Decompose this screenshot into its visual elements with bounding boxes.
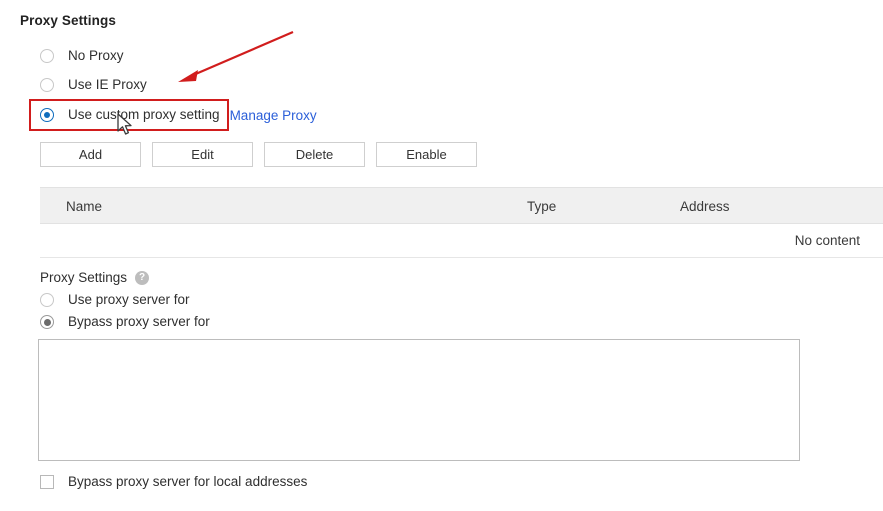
radio-icon-bypass-proxy-server-for[interactable] (40, 315, 54, 329)
radio-label-use-ie-proxy: Use IE Proxy (68, 77, 147, 93)
proxy-settings-page: Proxy Settings No Proxy Use IE Proxy Use… (0, 0, 883, 511)
help-icon[interactable]: ? (135, 270, 150, 285)
proxy-toolbar: Add Edit Delete Enable (40, 142, 477, 167)
enable-button[interactable]: Enable (376, 142, 477, 167)
checkbox-icon-bypass-local-addresses[interactable] (40, 474, 54, 489)
radio-icon-use-ie-proxy[interactable] (40, 78, 54, 92)
radio-option-bypass-proxy-server-for[interactable]: Bypass proxy server for (40, 312, 210, 332)
table-empty-text: No content (794, 233, 860, 248)
table-header-row: Name Type Address (40, 187, 883, 224)
checkbox-row-bypass-local-addresses[interactable]: Bypass proxy server for local addresses (40, 474, 307, 489)
radio-icon-no-proxy[interactable] (40, 49, 54, 63)
table-column-header-name[interactable]: Name (66, 199, 102, 214)
add-button[interactable]: Add (40, 142, 141, 167)
radio-label-bypass-proxy-server-for: Bypass proxy server for (68, 314, 210, 330)
annotation-arrow-icon (178, 30, 294, 82)
proxy-table: Name Type Address No content (40, 187, 883, 258)
proxy-settings-subtitle-label: Proxy Settings (40, 270, 128, 285)
proxy-settings-subtitle: Proxy Settings ? (40, 270, 150, 285)
radio-option-use-custom-proxy[interactable]: Use custom proxy setting Manage Proxy (40, 105, 317, 125)
radio-option-use-ie-proxy[interactable]: Use IE Proxy (40, 75, 147, 95)
delete-button[interactable]: Delete (264, 142, 365, 167)
table-empty-row: No content (40, 224, 883, 258)
radio-label-no-proxy: No Proxy (68, 48, 124, 64)
manage-proxy-link[interactable]: Manage Proxy (230, 108, 317, 123)
checkbox-label-bypass-local-addresses: Bypass proxy server for local addresses (68, 474, 308, 489)
bypass-list-textarea[interactable] (38, 339, 800, 461)
radio-option-use-proxy-server-for[interactable]: Use proxy server for (40, 290, 190, 310)
table-column-header-type[interactable]: Type (527, 199, 556, 214)
radio-option-no-proxy[interactable]: No Proxy (40, 46, 124, 66)
edit-button[interactable]: Edit (152, 142, 253, 167)
page-title: Proxy Settings (20, 13, 116, 28)
radio-icon-use-custom-proxy[interactable] (40, 108, 54, 122)
table-column-header-address[interactable]: Address (680, 199, 730, 214)
radio-icon-use-proxy-server-for[interactable] (40, 293, 54, 307)
radio-label-use-custom-proxy: Use custom proxy setting (68, 107, 220, 123)
radio-label-use-proxy-server-for: Use proxy server for (68, 292, 190, 308)
